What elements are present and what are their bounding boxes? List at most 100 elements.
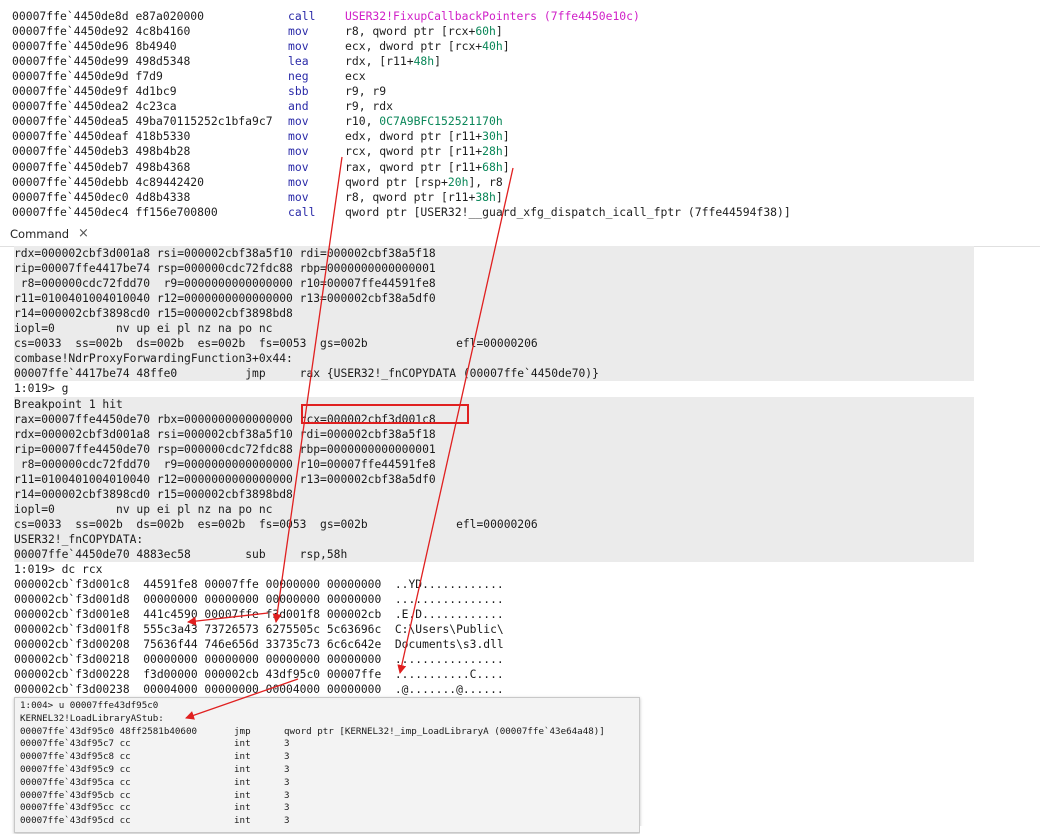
command-output-line: cs=0033 ss=002b ds=002b es=002b fs=0053 … <box>14 516 974 532</box>
disasm-operands: r10, 0C7A9BFC152521170h <box>345 114 503 129</box>
popup-op: qword ptr [KERNEL32!_imp_LoadLibraryA (0… <box>284 725 605 737</box>
disasm-operands: edx, dword ptr [r11+30h] <box>345 129 510 144</box>
command-output-line: Breakpoint 1 hit <box>14 396 974 412</box>
operand-segment: qword ptr [rsp+ <box>345 174 448 189</box>
popup-mn: int <box>234 751 251 763</box>
command-output-line: 000002cb`f3d00208 75636f44 746e656d 3373… <box>14 638 504 652</box>
popup-mn: jmp <box>234 725 251 737</box>
disasm-address: 00007ffe`4450dea5 49ba70115252c1bfa9c7 <box>12 114 273 129</box>
command-output-line: 00007ffe`4417be74 48ffe0 jmp rax {USER32… <box>14 366 974 382</box>
close-icon[interactable]: × <box>78 226 89 241</box>
disasm-address: 00007ffe`4450de8d e87a020000 <box>12 9 205 23</box>
disasm-address: 00007ffe`4450dec4 ff156e700800 <box>12 204 218 219</box>
disasm-mnemonic: mov <box>288 129 309 144</box>
disasm-operands: ecx, dword ptr [rcx+40h] <box>345 39 510 54</box>
disasm-mnemonic: mov <box>288 114 309 129</box>
disasm-mnemonic: mov <box>288 144 309 159</box>
operand-segment: 28h <box>482 144 503 159</box>
popup-addr: 00007ffe`43df95ca cc <box>20 776 131 788</box>
operand-segment: ] <box>495 24 503 39</box>
command-output-line: 000002cb`f3d001c8 44591fe8 00007ffe 0000… <box>14 578 504 592</box>
disasm-address: 00007ffe`4450de9d f7d9 <box>12 69 163 84</box>
disasm-operands: rax, qword ptr [r11+68h] <box>345 160 510 175</box>
disasm-operands: r9, rdx <box>345 99 393 114</box>
disasm-mnemonic: mov <box>288 39 309 54</box>
popup-addr: 00007ffe`43df95cd cc <box>20 815 131 827</box>
operand-segment: edx, dword ptr [r11+ <box>345 129 483 144</box>
operand-segment: ] <box>502 159 510 174</box>
operand-segment: rdx, [r11+ <box>345 54 414 69</box>
disasm-address: 00007ffe`4450de92 4c8b4160 <box>12 24 191 39</box>
command-output-line: 000002cb`f3d00218 00000000 00000000 0000… <box>14 653 504 667</box>
disasm-operands: r8, qword ptr [rcx+60h] <box>345 24 503 39</box>
operand-segment: 60h <box>475 24 496 39</box>
operand-segment: r9, rdx <box>345 99 394 114</box>
disasm-operands: r8, qword ptr [r11+38h] <box>345 190 503 205</box>
command-output-line: 00007ffe`4450de70 4883ec58 sub rsp,58h <box>14 547 974 562</box>
operand-segment: 68h <box>482 159 503 174</box>
disasm-address: 00007ffe`4450deaf 418b5330 <box>12 129 191 144</box>
disasm-mnemonic: lea <box>288 54 309 69</box>
unassemble-popup: 1:004> u 00007ffe43df95c0 KERNEL32!LoadL… <box>14 697 640 833</box>
disasm-operands: USER32!FixupCallbackPointers (7ffe4450e1… <box>345 9 640 24</box>
popup-addr: 00007ffe`43df95c7 cc <box>20 738 131 750</box>
operand-segment: ecx, dword ptr [rcx+ <box>345 39 483 54</box>
command-output-line: 000002cb`f3d001f8 555c3a43 73726573 6275… <box>14 623 504 637</box>
command-output-line: rax=00007ffe4450de70 rbx=000000000000000… <box>14 411 974 427</box>
command-output-line: rdx=000002cbf3d001a8 rsi=000002cbf38a5f1… <box>14 246 974 261</box>
disasm-address: 00007ffe`4450de99 498d5348 <box>12 54 191 69</box>
operand-segment: 38h <box>475 189 496 204</box>
popup-symbol-line: KERNEL32!LoadLibraryAStub: <box>20 712 164 724</box>
popup-op: 3 <box>284 738 290 750</box>
operand-segment: r8, qword ptr [rcx+ <box>345 24 476 39</box>
disasm-operands: rcx, qword ptr [r11+28h] <box>345 144 510 159</box>
popup-op: 3 <box>284 751 290 763</box>
popup-command-line: 1:004> u 00007ffe43df95c0 <box>20 700 159 711</box>
popup-op: 3 <box>284 764 290 775</box>
command-output-line: 000002cb`f3d00228 f3d00000 000002cb 43df… <box>14 668 504 682</box>
command-output-line: combase!NdrProxyForwardingFunction3+0x44… <box>14 351 974 367</box>
operand-segment: 0C7A9BFC152521170h <box>379 114 503 129</box>
disasm-address: 00007ffe`4450de9f 4d1bc9 <box>12 84 177 99</box>
operand-segment: r8, qword ptr [r11+ <box>345 189 476 204</box>
command-output-line: cs=0033 ss=002b ds=002b es=002b fs=0053 … <box>14 336 974 352</box>
operand-segment: 40h <box>482 39 503 54</box>
disasm-mnemonic: neg <box>288 69 309 84</box>
popup-op: 3 <box>284 776 290 788</box>
popup-addr: 00007ffe`43df95cb cc <box>20 789 131 801</box>
operand-segment: ] <box>502 129 510 144</box>
command-output-line: 000002cb`f3d00238 00004000 00000000 0000… <box>14 683 504 697</box>
disasm-mnemonic: call <box>288 9 316 23</box>
popup-op: 3 <box>284 789 290 801</box>
command-prompt-line: 1:019> dc rcx <box>14 563 103 577</box>
operand-segment: ], r8 <box>468 174 503 189</box>
command-prompt-line: 1:019> g <box>14 382 69 396</box>
command-output-line: r8=000000cdc72fdd70 r9=0000000000000000 … <box>14 456 974 472</box>
operand-segment: ecx <box>345 69 366 84</box>
operand-segment: qword ptr [USER32!__guard_xfg_dispatch_i… <box>345 204 791 219</box>
tab-command[interactable]: Command <box>10 227 69 241</box>
operand-segment: 48h <box>413 54 435 69</box>
command-output-line: r14=000002cbf3898cd0 r15=000002cbf3898bd… <box>14 306 974 322</box>
popup-mn: int <box>234 789 251 801</box>
disasm-mnemonic: mov <box>288 159 309 174</box>
command-output[interactable]: rdx=000002cbf3d001a8 rsi=000002cbf38a5f1… <box>0 246 974 696</box>
disasm-operands: rdx, [r11+48h] <box>345 54 441 69</box>
operand-segment: r10, <box>345 114 380 129</box>
popup-addr: 00007ffe`43df95cc cc <box>20 802 131 814</box>
disasm-mnemonic: sbb <box>288 84 309 99</box>
disassembly-pane[interactable]: 00007ffe`4450de8d e87a020000 call USER32!F… <box>0 0 1040 222</box>
operand-segment: 30h <box>482 129 503 144</box>
operand-segment: ] <box>502 144 510 159</box>
disasm-address: 00007ffe`4450dea2 4c23ca <box>12 99 177 114</box>
disasm-address: 00007ffe`4450deb3 498b4b28 <box>12 144 191 159</box>
command-output-line: iopl=0 nv up ei pl nz na po nc <box>14 321 974 337</box>
operand-segment: ] <box>434 54 442 69</box>
command-output-line: USER32!_fnCOPYDATA: <box>14 531 974 547</box>
disasm-address: 00007ffe`4450deb7 498b4368 <box>12 159 191 174</box>
command-tab-bar: Command × <box>0 224 1040 247</box>
operand-segment: r9, r9 <box>345 84 387 99</box>
operand-segment: 20h <box>447 174 469 189</box>
disasm-mnemonic: mov <box>288 189 309 204</box>
operand-segment: rcx, qword ptr [r11+ <box>345 144 483 159</box>
